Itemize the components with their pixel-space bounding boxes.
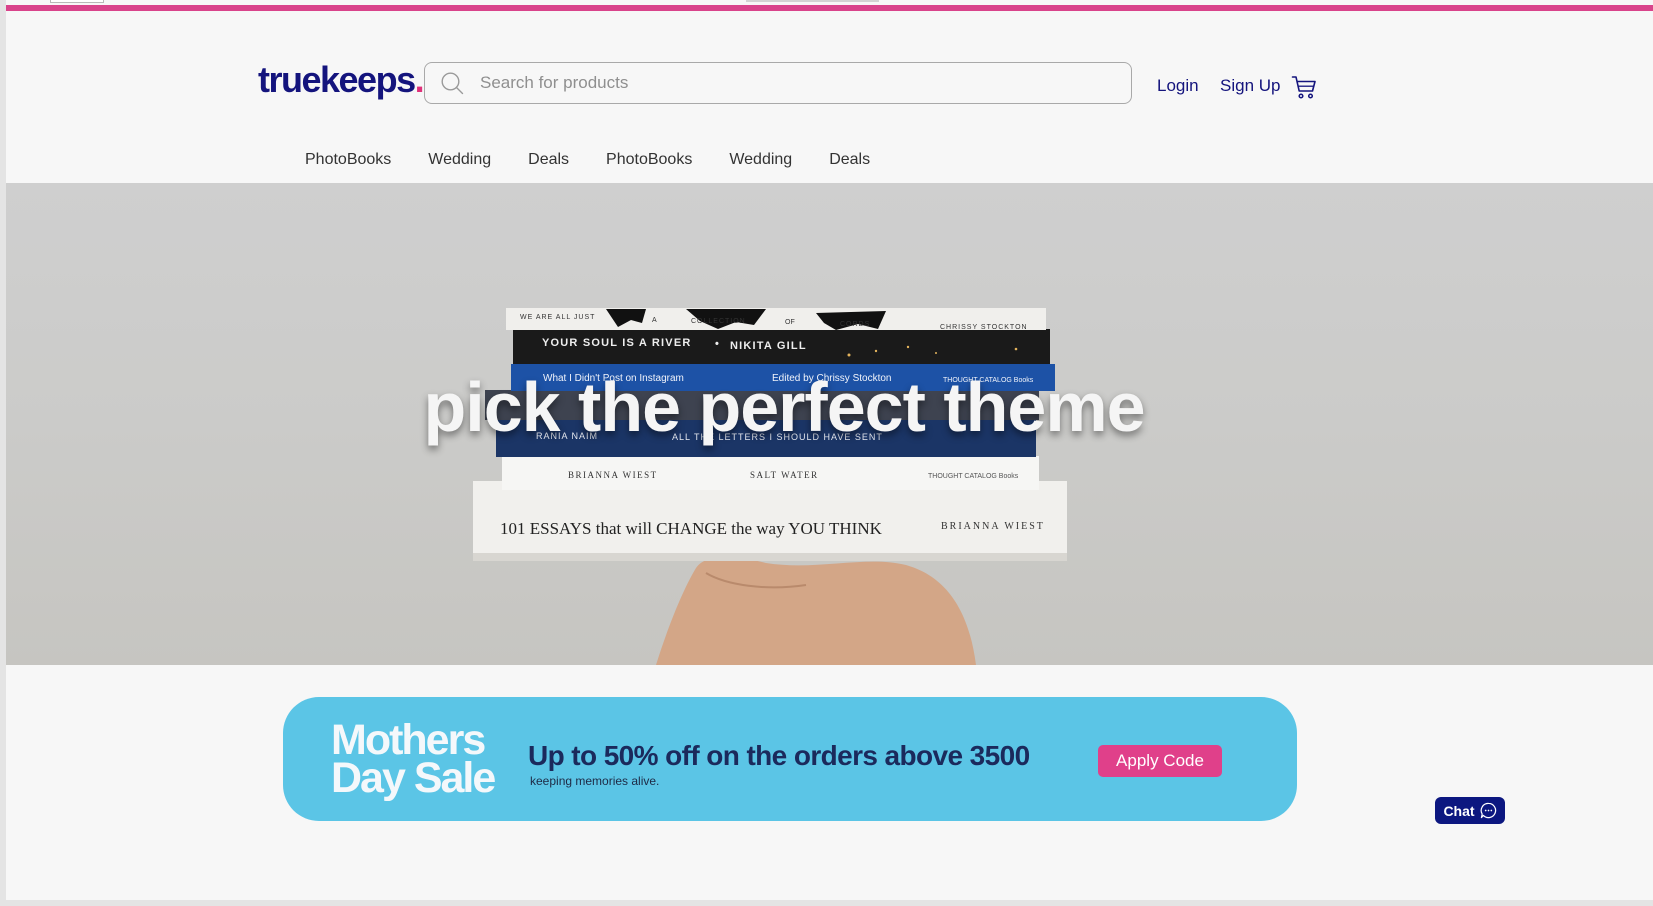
nav-item-deals[interactable]: Deals — [528, 150, 569, 170]
hero-title: pick the perfect theme — [423, 368, 1146, 446]
chat-label: Chat — [1443, 802, 1475, 819]
brand-name: truekeeps — [258, 59, 416, 100]
top-accent-stripe — [6, 5, 1653, 11]
promo-subtext: keeping memories alive. — [530, 774, 660, 788]
nav-item-wedding[interactable]: Wedding — [428, 150, 491, 170]
hero-banner[interactable]: 101 ESSAYS that will CHANGE the way YOU … — [6, 183, 1653, 665]
promo-title: Mothers Day Sale — [331, 719, 496, 802]
brand-logo[interactable]: truekeeps. — [258, 59, 425, 100]
book-spine-text: SALT WATER — [750, 470, 819, 480]
nav-item-photobooks[interactable]: PhotoBooks — [606, 150, 692, 170]
search-input[interactable] — [478, 72, 1131, 94]
signup-link[interactable]: Sign Up — [1220, 75, 1280, 97]
cart-icon[interactable] — [1291, 74, 1317, 100]
book-spine-text: COLLECTION — [691, 318, 746, 325]
chat-button[interactable]: Chat — [1435, 797, 1505, 824]
book-spine-text: WE ARE ALL JUST — [520, 314, 595, 321]
book-spine-text: THOUGHT CATALOG Books — [928, 473, 1019, 480]
nav-item-wedding[interactable]: Wedding — [729, 150, 792, 170]
book-spine-text: BRIANNA WIEST — [568, 470, 658, 480]
book-spine-text: NIKITA GILL — [730, 340, 807, 352]
brand-dot: . — [414, 59, 425, 100]
login-link[interactable]: Login — [1157, 75, 1199, 97]
promo-headline: Up to 50% off on the orders above 3500 — [528, 740, 1030, 771]
book-spine-text: YOUR SOUL IS A RIVER — [542, 337, 692, 349]
nav-item-deals[interactable]: Deals — [829, 150, 870, 170]
promo-title-line: Day Sale — [331, 754, 496, 802]
tab-stub — [50, 0, 104, 3]
search-bar[interactable] — [424, 62, 1132, 104]
book-spine-text: • — [715, 338, 719, 350]
book-spine-text: OF — [785, 319, 795, 326]
book-spine-text: BRIANNA WIEST — [941, 521, 1045, 532]
chat-bubble-icon — [1480, 802, 1496, 819]
nav-item-photobooks[interactable]: PhotoBooks — [305, 150, 391, 170]
tab-stub — [746, 0, 879, 2]
page: truekeeps. Login Sign Up PhotoBooks Wedd… — [6, 0, 1653, 900]
book-spine-text: 101 ESSAYS that will CHANGE the way YOU … — [500, 519, 883, 538]
book-spine-text: A — [652, 317, 657, 324]
search-icon — [441, 72, 464, 95]
category-nav: PhotoBooks Wedding Deals PhotoBooks Wedd… — [305, 150, 870, 170]
apply-code-button[interactable]: Apply Code — [1098, 745, 1222, 777]
promo-banner: Mothers Day Sale Up to 50% off on the or… — [283, 697, 1297, 821]
book-spine-text: CHRISSY STOCKTON — [940, 324, 1028, 331]
book-spine-text: CORDS — [840, 321, 870, 328]
